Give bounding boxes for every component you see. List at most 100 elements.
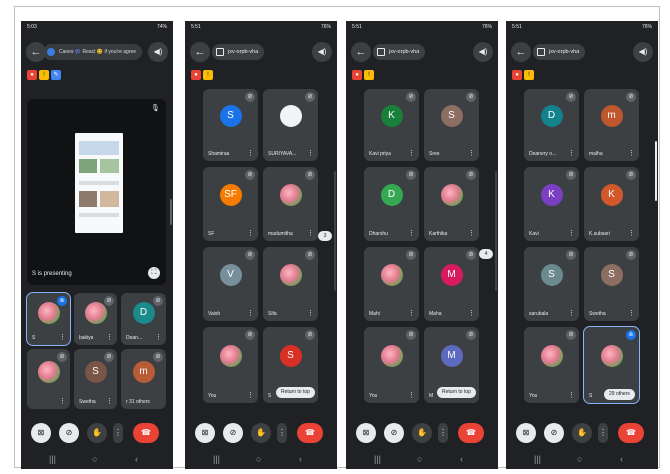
more-vert-icon[interactable]: ⋮ [155, 334, 162, 342]
more-options-button[interactable]: ⋮ [598, 423, 608, 443]
recents-icon[interactable]: ||| [49, 454, 56, 464]
participant-tile[interactable]: D ⊘ Dharshu ⋮ [364, 167, 419, 241]
participant-tile[interactable]: ⊘ Karthika ⋮ [424, 167, 479, 241]
scrollbar[interactable] [655, 141, 657, 201]
participant-tile[interactable]: ⊘ Mahi ⋮ [364, 247, 419, 321]
meeting-code-chip[interactable]: jxv-orpb-vha [533, 44, 586, 60]
camera-button[interactable]: ⊠ [195, 423, 215, 443]
return-to-top-button[interactable]: Return to top [437, 387, 476, 398]
camera-button[interactable]: ⊠ [356, 423, 376, 443]
more-vert-icon[interactable]: ⋮ [568, 310, 575, 318]
more-vert-icon[interactable]: ⋮ [408, 392, 415, 400]
presentation-view[interactable]: 🎙 S is presenting ⛶ [27, 99, 166, 285]
more-vert-icon[interactable]: ⋮ [408, 310, 415, 318]
participant-tile[interactable]: S ⊘ Shamiraa ⋮ [203, 89, 258, 161]
scrollbar[interactable] [170, 199, 172, 225]
camera-button[interactable]: ⊠ [31, 423, 51, 443]
participant-tile[interactable]: D ⊘ Deanery o... ⋮ [524, 89, 579, 161]
more-vert-icon[interactable]: ⋮ [628, 150, 635, 158]
participant-tile[interactable]: ⊘ You ⋮ [364, 327, 419, 403]
camera-button[interactable]: ⊠ [516, 423, 536, 443]
participant-tile[interactable]: S ⊘ Sree ⋮ [424, 89, 479, 161]
audio-output-button[interactable]: ◀) [633, 42, 653, 62]
participant-tile[interactable]: ⊘ ⋮ [27, 349, 70, 409]
more-vert-icon[interactable]: ⋮ [106, 334, 113, 342]
more-vert-icon[interactable]: ⋮ [106, 398, 113, 406]
more-vert-icon[interactable]: ⋮ [408, 150, 415, 158]
more-vert-icon[interactable]: ⋮ [568, 392, 575, 400]
more-vert-icon[interactable]: ⋮ [307, 310, 314, 318]
audio-output-button[interactable]: ◀) [148, 42, 168, 62]
mic-button[interactable]: ⊘ [384, 423, 404, 443]
scrollbar[interactable] [334, 171, 336, 291]
meeting-code-chip[interactable]: jxv-orpb-vha [373, 44, 426, 60]
more-vert-icon[interactable]: ⋮ [247, 150, 254, 158]
more-vert-icon[interactable]: ⋮ [59, 334, 66, 342]
end-call-button[interactable]: ☎ [297, 423, 323, 443]
participant-tile[interactable]: ⊘ You ⋮ [203, 327, 258, 403]
back-button[interactable]: ← [351, 42, 371, 62]
recents-icon[interactable]: ||| [374, 454, 381, 464]
return-to-top-button[interactable]: Return to top [276, 387, 315, 398]
back-nav-icon[interactable]: ‹ [299, 454, 302, 464]
more-vert-icon[interactable]: ⋮ [568, 230, 575, 238]
back-button[interactable]: ← [511, 42, 531, 62]
audio-output-button[interactable]: ◀) [312, 42, 332, 62]
raise-hand-button[interactable]: ✋ [412, 423, 432, 443]
mic-button[interactable]: ⊘ [544, 423, 564, 443]
back-button[interactable]: ← [190, 42, 210, 62]
more-vert-icon[interactable]: ⋮ [247, 230, 254, 238]
more-options-button[interactable]: ⋮ [277, 423, 287, 443]
more-vert-icon[interactable]: ⋮ [568, 150, 575, 158]
more-vert-icon[interactable]: ⋮ [628, 230, 635, 238]
more-options-button[interactable]: ⋮ [438, 423, 448, 443]
participant-tile[interactable]: ⊘ You ⋮ [524, 327, 579, 403]
raise-hand-button[interactable]: ✋ [572, 423, 592, 443]
recents-icon[interactable]: ||| [213, 454, 220, 464]
others-tile[interactable]: m ⊘ r 31 others [121, 349, 166, 409]
meeting-code-chip[interactable]: jxv-orpb-vha [212, 44, 265, 60]
home-icon[interactable]: ○ [256, 454, 261, 464]
home-icon[interactable]: ○ [92, 454, 97, 464]
end-call-button[interactable]: ☎ [458, 423, 484, 443]
fullscreen-button[interactable]: ⛶ [148, 267, 160, 279]
more-vert-icon[interactable]: ⋮ [408, 230, 415, 238]
end-call-button[interactable]: ☎ [133, 423, 159, 443]
participant-tile[interactable]: K ⊘ Kavi ⋮ [524, 167, 579, 241]
raise-hand-button[interactable]: ✋ [251, 423, 271, 443]
mic-button[interactable]: ⊘ [223, 423, 243, 443]
back-nav-icon[interactable]: ‹ [460, 454, 463, 464]
more-options-button[interactable]: ⋮ [113, 423, 123, 443]
more-vert-icon[interactable]: ⋮ [247, 392, 254, 400]
participant-tile[interactable]: ⊘ madumitha ⋮ [263, 167, 318, 241]
more-vert-icon[interactable]: ⋮ [468, 150, 475, 158]
participant-tile[interactable]: S ⊘ Swetha ⋮ [584, 247, 639, 321]
more-vert-icon[interactable]: ⋮ [59, 398, 66, 406]
raise-hand-button[interactable]: ✋ [87, 423, 107, 443]
participant-tile[interactable]: m ⊘ malha ⋮ [584, 89, 639, 161]
participant-tile[interactable]: D ⊘ Dean... ⋮ [121, 293, 166, 345]
others-tile[interactable]: ıllı S 29 others [583, 326, 640, 404]
more-vert-icon[interactable]: ⋮ [307, 150, 314, 158]
participant-tile[interactable]: V ⊘ Vaish ⋮ [203, 247, 258, 321]
participant-tile[interactable]: M ⊘ Maha ⋮ [424, 247, 479, 321]
participant-tile[interactable]: S ⊘ sarubala ⋮ [524, 247, 579, 321]
participant-tile[interactable]: K ⊘ Kavi priya ⋮ [364, 89, 419, 161]
back-nav-icon[interactable]: ‹ [620, 454, 623, 464]
participant-tile[interactable]: S ⊘ Swetha ⋮ [74, 349, 117, 409]
participant-tile[interactable]: K ⊘ K.subasri ⋮ [584, 167, 639, 241]
more-vert-icon[interactable]: ⋮ [628, 310, 635, 318]
more-vert-icon[interactable]: ⋮ [247, 310, 254, 318]
back-nav-icon[interactable]: ‹ [135, 454, 138, 464]
mic-button[interactable]: ⊘ [59, 423, 79, 443]
home-icon[interactable]: ○ [577, 454, 582, 464]
participant-tile[interactable]: ⊘ bakiya ⋮ [74, 293, 117, 345]
participant-tile[interactable]: SF ⊘ SF ⋮ [203, 167, 258, 241]
home-icon[interactable]: ○ [417, 454, 422, 464]
participant-tile[interactable]: ıllı S ⋮ [26, 292, 71, 346]
scrollbar[interactable] [495, 171, 497, 291]
participant-tile[interactable]: ⊘ SURIYAVA... ⋮ [263, 89, 318, 161]
recents-icon[interactable]: ||| [534, 454, 541, 464]
audio-output-button[interactable]: ◀) [473, 42, 493, 62]
participant-tile[interactable]: ⊘ Sifa ⋮ [263, 247, 318, 321]
